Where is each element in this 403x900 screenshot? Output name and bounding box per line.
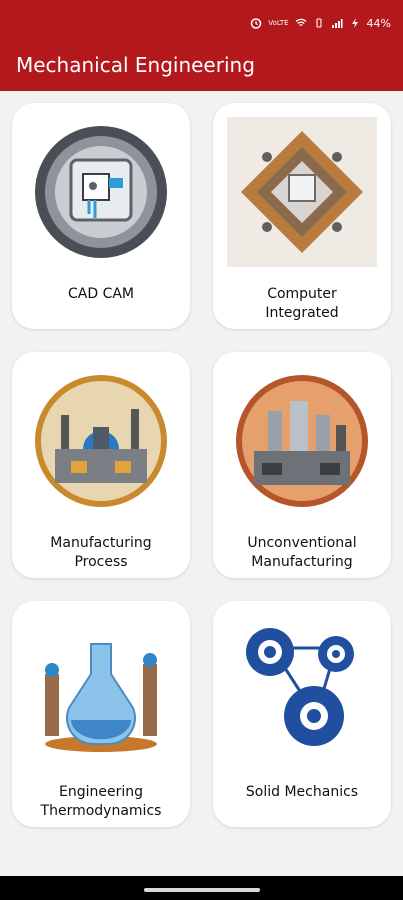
engineering-thermodynamics-icon [26, 615, 176, 765]
card-label: Manufacturing Process [50, 535, 152, 570]
solid-mechanics-icon [227, 615, 377, 765]
card-cad-cam[interactable]: CAD CAM [12, 103, 190, 329]
card-label: Unconventional Manufacturing [247, 535, 357, 570]
app-title: Mechanical Engineering [16, 53, 255, 77]
system-nav-bar [0, 876, 403, 900]
wifi-icon [295, 17, 307, 29]
alarm-icon [250, 17, 262, 29]
computer-integrated-icon [227, 117, 377, 267]
card-unconventional-manufacturing[interactable]: Unconventional Manufacturing [213, 352, 391, 578]
app-bar: VoLTE 44% Mechanical Engineering [0, 0, 403, 91]
cad-cam-icon [26, 117, 176, 267]
battery-level: 44% [366, 16, 391, 30]
card-label: CAD CAM [67, 286, 134, 302]
card-computer-integrated[interactable]: Computer Integrated [213, 103, 391, 329]
home-gesture-bar[interactable] [144, 888, 260, 892]
network-label: VoLTE [268, 18, 289, 27]
manufacturing-process-icon [26, 366, 176, 516]
card-label: Engineering Thermodynamics [40, 784, 162, 819]
card-solid-mechanics[interactable]: Solid Mechanics [213, 601, 391, 827]
card-label: Solid Mechanics [245, 784, 359, 800]
battery-charging-icon [349, 17, 361, 29]
card-label: Computer Integrated [265, 286, 339, 321]
signal-icon [331, 17, 343, 29]
vibrate-icon [313, 17, 325, 29]
unconventional-manufacturing-icon [227, 366, 377, 516]
status-bar: VoLTE 44% [250, 14, 391, 32]
card-engineering-thermodynamics[interactable]: Engineering Thermodynamics [12, 601, 190, 827]
card-manufacturing-process[interactable]: Manufacturing Process [12, 352, 190, 578]
